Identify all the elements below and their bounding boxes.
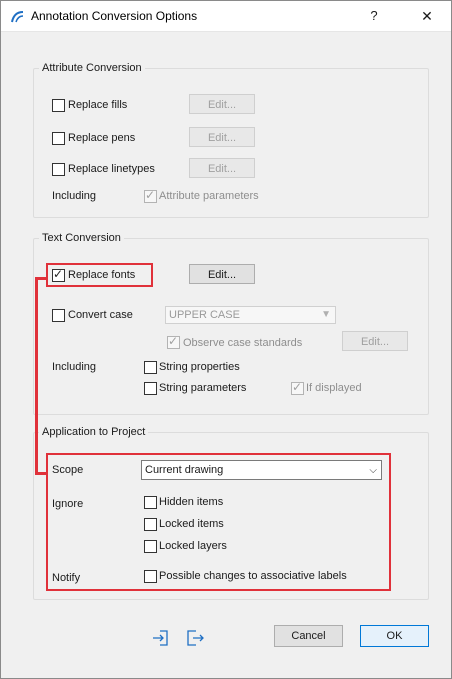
application-to-project-title: Application to Project [39,426,149,438]
scope-label: Scope [52,464,84,476]
dialog-title: Annotation Conversion Options [31,9,198,23]
text-including-label: Including [52,361,97,373]
replace-linetypes-checkbox[interactable] [52,163,65,176]
title-bar: Annotation Conversion Options ? ✕ [1,1,451,32]
app-icon [11,11,24,23]
string-parameters-checkbox[interactable] [144,382,157,395]
replace-fills-label: Replace fills [68,99,128,111]
replace-fonts-checkbox[interactable]: ✓ [52,267,65,282]
replace-fills-edit-button[interactable]: Edit... [189,94,255,114]
check-icon: ✓ [168,334,179,348]
possible-changes-label: Possible changes to associative labels [159,570,347,582]
if-displayed-checkbox[interactable]: ✓ [291,380,304,395]
hidden-items-label: Hidden items [159,496,224,508]
check-icon: ✓ [145,188,156,202]
check-icon: ✓ [292,380,303,394]
replace-linetypes-label: Replace linetypes [68,163,155,175]
attribute-parameters-checkbox[interactable]: ✓ [144,188,157,203]
ignore-label: Ignore [52,498,84,510]
attribute-including-label: Including [52,190,97,202]
replace-pens-edit-button[interactable]: Edit... [189,127,255,147]
chevron-down-icon: ⌵ [369,465,377,476]
chevron-down-icon: ▼ [321,309,331,320]
replace-fonts-edit-button[interactable]: Edit... [189,264,255,284]
if-displayed-label: If displayed [306,382,362,394]
string-properties-checkbox[interactable] [144,361,157,374]
attribute-parameters-label: Attribute parameters [159,190,259,202]
case-select-value: UPPER CASE [169,309,240,321]
locked-layers-label: Locked layers [159,540,227,552]
ok-button[interactable]: OK [360,625,429,647]
locked-layers-checkbox[interactable] [144,540,157,553]
replace-pens-checkbox[interactable] [52,132,65,145]
locked-items-checkbox[interactable] [144,518,157,531]
check-icon: ✓ [53,267,64,281]
close-button[interactable]: ✕ [416,6,438,26]
text-conversion-title: Text Conversion [39,232,124,244]
import-icon[interactable] [152,628,172,648]
replace-fills-checkbox[interactable] [52,99,65,112]
hidden-items-checkbox[interactable] [144,496,157,509]
convert-case-checkbox[interactable] [52,309,65,322]
cancel-button[interactable]: Cancel [274,625,343,647]
replace-pens-label: Replace pens [68,132,136,144]
observe-case-standards-label: Observe case standards [183,337,303,349]
string-properties-label: String properties [159,361,240,373]
string-parameters-label: String parameters [159,382,247,394]
convert-case-label: Convert case [68,309,133,321]
locked-items-label: Locked items [159,518,224,530]
scope-select[interactable]: Current drawing ⌵ [141,460,382,480]
possible-changes-checkbox[interactable] [144,570,157,583]
replace-fonts-label: Replace fonts [68,269,136,281]
observe-case-edit-button[interactable]: Edit... [342,331,408,351]
replace-linetypes-edit-button[interactable]: Edit... [189,158,255,178]
scope-select-value: Current drawing [145,464,224,476]
attribute-conversion-title: Attribute Conversion [39,62,145,74]
annotation-conversion-dialog: Annotation Conversion Options ? ✕ Attrib… [0,0,452,679]
observe-case-standards-checkbox[interactable]: ✓ [167,334,180,349]
case-select[interactable]: UPPER CASE ▼ [165,306,336,324]
export-icon[interactable] [184,628,204,648]
notify-label: Notify [52,572,81,584]
help-button[interactable]: ? [363,6,385,26]
